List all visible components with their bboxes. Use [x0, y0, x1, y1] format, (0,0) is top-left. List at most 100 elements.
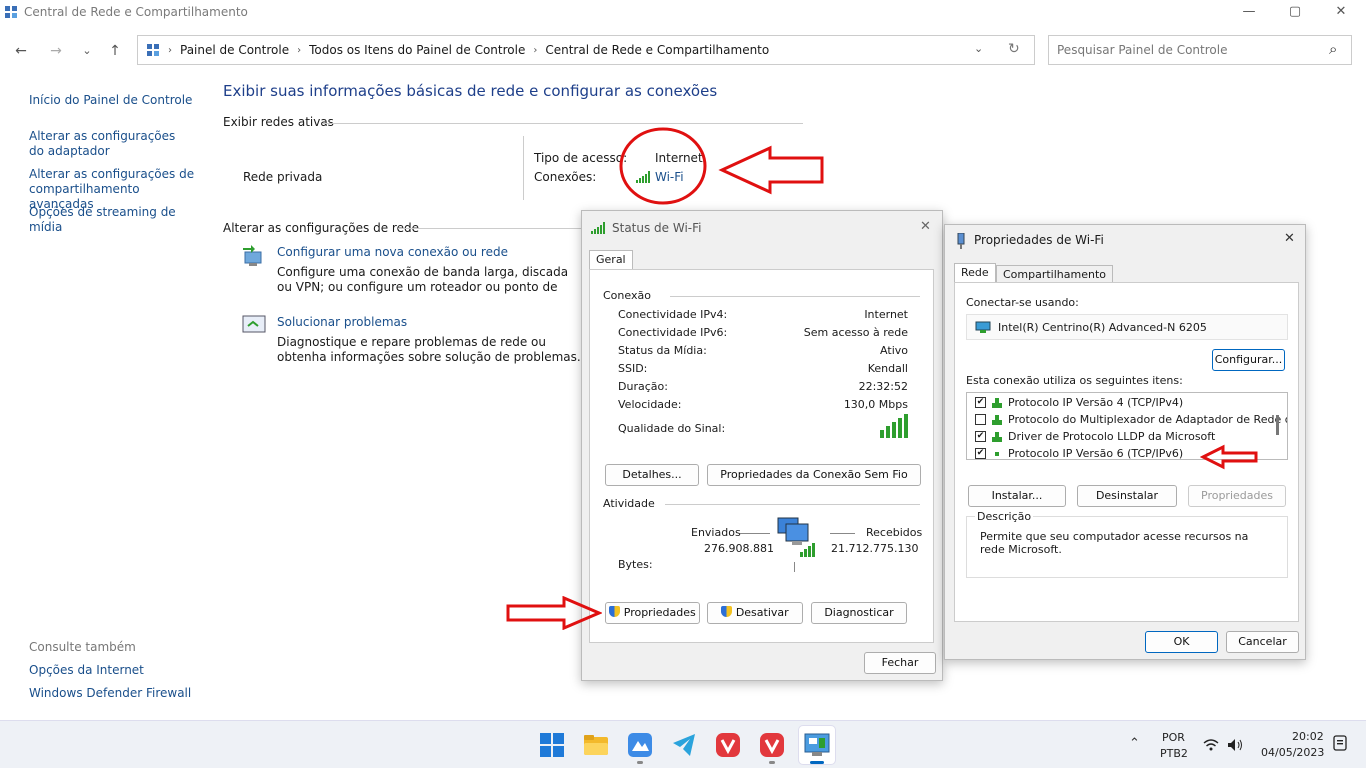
breadcrumb-network-center[interactable]: Central de Rede e Compartilhamento	[545, 43, 769, 57]
sent-label: Enviados	[691, 526, 741, 539]
details-button[interactable]: Detalhes...	[605, 464, 699, 486]
see-also-title: Consulte também	[29, 640, 136, 654]
address-bar[interactable]: › Painel de Controle › Todos os Itens do…	[137, 35, 1035, 65]
vivaldi-icon[interactable]	[714, 731, 742, 759]
breadcrumb-all-items[interactable]: Todos os Itens do Painel de Controle	[309, 43, 525, 57]
close-button[interactable]: ✕	[1318, 2, 1364, 22]
window-title: Central de Rede e Compartilhamento	[24, 5, 248, 19]
shield-icon	[609, 606, 621, 617]
checkbox[interactable]: ✔	[975, 397, 986, 408]
list-item[interactable]: ✔ Driver de Protocolo LLDP da Microsoft	[975, 430, 1215, 443]
sent-bytes-value: 276.908.881	[704, 542, 774, 555]
description-text: Permite que seu computador acesse recurs…	[980, 530, 1249, 556]
network-center-icon	[5, 6, 17, 18]
duration-label: Duração:	[618, 380, 668, 393]
ipv4-value: Internet	[864, 308, 908, 321]
checkbox[interactable]	[975, 414, 986, 425]
telegram-icon[interactable]	[670, 731, 698, 759]
close-icon[interactable]: ✕	[920, 219, 931, 234]
list-item[interactable]: ✔ Protocolo IP Versão 6 (TCP/IPv6)	[975, 447, 1183, 459]
properties-button[interactable]: Propriedades	[605, 602, 700, 624]
general-panel: Conexão Conectividade IPv4: Internet Con…	[589, 269, 934, 643]
signal-quality-label: Qualidade do Sinal:	[618, 422, 726, 435]
close-icon[interactable]: ✕	[1284, 231, 1295, 246]
configure-button[interactable]: Configurar...	[1212, 349, 1285, 371]
ssid-label: SSID:	[618, 362, 648, 375]
item-properties-button[interactable]: Propriedades	[1188, 485, 1286, 507]
refresh-icon[interactable]: ↻	[1008, 41, 1020, 57]
notification-icon[interactable]	[1333, 735, 1347, 751]
tab-network[interactable]: Rede	[954, 263, 996, 283]
language-indicator[interactable]: POR	[1162, 731, 1185, 744]
maximize-button[interactable]: ▢	[1272, 2, 1318, 22]
up-button[interactable]: ↑	[104, 40, 126, 62]
ipv6-label: Conectividade IPv6:	[618, 326, 728, 339]
troubleshoot-link[interactable]: Solucionar problemas	[277, 315, 407, 329]
list-item[interactable]: Protocolo do Multiplexador de Adaptador …	[975, 413, 1287, 426]
divider	[665, 504, 920, 505]
checkbox[interactable]: ✔	[975, 431, 986, 442]
search-icon[interactable]: ⌕	[1329, 40, 1337, 58]
wifi-signal-icon	[591, 222, 605, 234]
page-title: Exibir suas informações básicas de rede …	[223, 82, 718, 100]
vivaldi-snapshot-icon[interactable]	[758, 731, 786, 759]
volume-icon[interactable]	[1227, 738, 1245, 752]
connect-using-label: Conectar-se usando:	[966, 296, 1079, 309]
list-item[interactable]: ✔ Protocolo IP Versão 4 (TCP/IPv4)	[975, 396, 1183, 409]
troubleshoot-icon	[242, 315, 266, 333]
tab-sharing[interactable]: Compartilhamento	[996, 265, 1114, 283]
sidebar-item-internet-options[interactable]: Opções da Internet	[29, 663, 199, 678]
network-name: Rede privada	[243, 170, 323, 184]
ok-button[interactable]: OK	[1145, 631, 1218, 653]
adapter-name: Intel(R) Centrino(R) Advanced-N 6205	[998, 321, 1207, 334]
diagnose-button[interactable]: Diagnosticar	[811, 602, 907, 624]
breadcrumb-control-panel[interactable]: Painel de Controle	[180, 43, 289, 57]
sidebar-item-streaming[interactable]: Opções de streaming de mídia	[29, 205, 199, 235]
tray-chevron-icon[interactable]: ⌃	[1129, 736, 1140, 751]
item-label: Driver de Protocolo LLDP da Microsoft	[1008, 430, 1216, 443]
forward-button[interactable]: →	[45, 40, 67, 62]
annotation-circle-arrow	[619, 127, 824, 205]
clock-time[interactable]: 20:02	[1292, 730, 1324, 743]
breadcrumb: › Painel de Controle › Todos os Itens do…	[146, 43, 769, 57]
description-box: Descrição Permite que seu computador ace…	[966, 510, 1288, 578]
control-panel-icon[interactable]	[803, 731, 831, 759]
sidebar-item-home[interactable]: Início do Painel de Controle	[29, 93, 199, 108]
keyboard-layout-indicator[interactable]: PTB2	[1160, 747, 1188, 760]
item-label: Protocolo IP Versão 4 (TCP/IPv4)	[1008, 396, 1184, 409]
sidebar-item-firewall[interactable]: Windows Defender Firewall	[29, 686, 199, 701]
minimize-button[interactable]: —	[1226, 2, 1272, 22]
protocol-icon	[995, 451, 999, 456]
speed-label: Velocidade:	[618, 398, 682, 411]
running-indicator	[769, 761, 775, 764]
wireless-properties-button[interactable]: Propriedades da Conexão Sem Fio	[707, 464, 921, 486]
chevron-right-icon: ›	[297, 44, 302, 56]
sidebar-item-adapter[interactable]: Alterar as configurações do adaptador	[29, 129, 189, 159]
taskbar: ⌃ POR PTB2 20:02 04/05/2023	[0, 720, 1366, 768]
install-button[interactable]: Instalar...	[968, 485, 1066, 507]
protocol-icon	[992, 431, 1002, 442]
checkbox[interactable]: ✔	[975, 448, 986, 459]
file-explorer-icon[interactable]	[582, 731, 610, 759]
new-connection-link[interactable]: Configurar uma nova conexão ou rede	[277, 245, 508, 259]
tab-general[interactable]: Geral	[589, 250, 633, 270]
title-bar: Central de Rede e Compartilhamento — ▢ ✕	[0, 0, 1366, 24]
search-input[interactable]: Pesquisar Painel de Controle ⌕	[1048, 35, 1352, 65]
disable-button[interactable]: Desativar	[707, 602, 803, 624]
uninstall-button[interactable]: Desinstalar	[1077, 485, 1177, 507]
clock-date[interactable]: 04/05/2023	[1261, 746, 1324, 759]
new-connection-desc: Configure uma conexão de banda larga, di…	[277, 265, 569, 294]
wifi-icon[interactable]	[1203, 738, 1219, 752]
start-icon[interactable]	[538, 731, 566, 759]
shield-icon	[721, 606, 733, 617]
photos-icon[interactable]	[626, 731, 654, 759]
new-connection-icon	[243, 245, 262, 266]
back-button[interactable]: ←	[10, 40, 32, 62]
close-dialog-button[interactable]: Fechar	[864, 652, 936, 674]
recent-locations-button[interactable]: ⌄	[76, 40, 98, 62]
divider	[794, 562, 795, 572]
scrollbar-thumb[interactable]	[1276, 415, 1279, 435]
active-networks-title: Exibir redes ativas	[223, 115, 334, 129]
address-dropdown-icon[interactable]: ⌄	[974, 42, 983, 55]
cancel-button[interactable]: Cancelar	[1226, 631, 1299, 653]
